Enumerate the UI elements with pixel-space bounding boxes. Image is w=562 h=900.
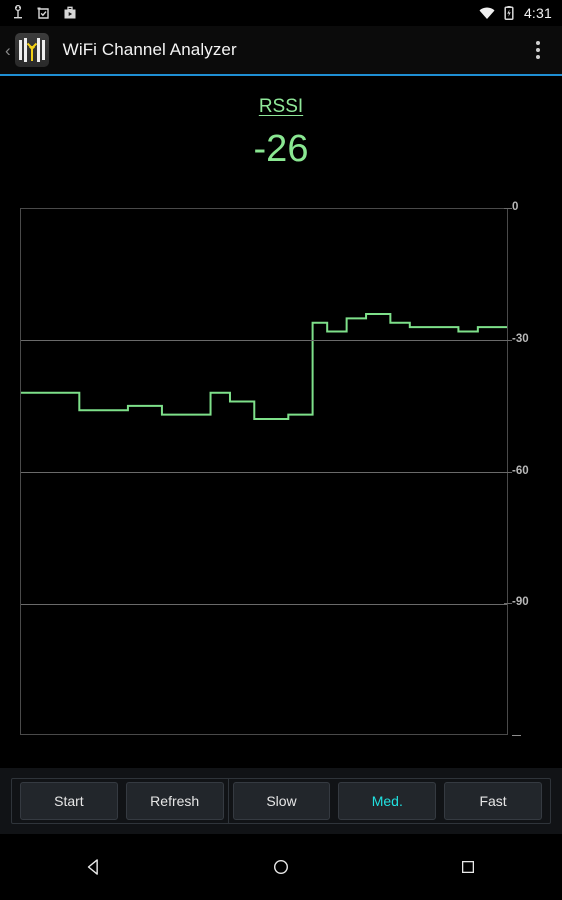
up-navigation-chevron-icon[interactable]: ‹ xyxy=(0,42,15,59)
action-bar: ‹ WiFi Channel Analyzer xyxy=(0,26,562,74)
rssi-chart: 0 -30 -60 -90 xyxy=(0,76,562,768)
menu-dot xyxy=(536,55,540,59)
refresh-button[interactable]: Refresh xyxy=(125,782,224,820)
status-bar-left-icons xyxy=(0,4,78,21)
speed-med-button[interactable]: Med. xyxy=(338,782,437,820)
more-vertical-icon[interactable] xyxy=(536,41,562,59)
chart-gridline xyxy=(21,340,507,341)
menu-dot xyxy=(536,41,540,45)
y-axis-tick-label: 0 xyxy=(512,201,519,213)
speed-fast-button[interactable]: Fast xyxy=(444,782,542,820)
home-icon[interactable] xyxy=(226,834,336,900)
usb-debug-icon xyxy=(10,4,26,21)
screenshot-icon xyxy=(36,5,52,21)
status-bar-clock: 4:31 xyxy=(523,5,552,21)
app-install-icon xyxy=(62,5,78,21)
start-button[interactable]: Start xyxy=(20,782,118,820)
y-axis-tick-label: -60 xyxy=(512,464,529,477)
rssi-trace-path xyxy=(21,314,507,419)
android-navigation-bar xyxy=(0,834,562,900)
menu-dot xyxy=(536,48,540,52)
chart-plot-area xyxy=(20,208,508,735)
y-axis-tick-label: -90 xyxy=(512,596,529,609)
y-axis-bottom-tick-mark xyxy=(512,735,521,736)
y-axis-tick-mark xyxy=(504,471,512,473)
back-icon[interactable] xyxy=(39,834,149,900)
y-axis-tick-mark xyxy=(504,339,512,341)
chart-gridline xyxy=(21,604,507,605)
phone-screen: 4:31 ‹ WiFi Channel Analyzer RSSI -26 0 … xyxy=(0,0,562,900)
y-axis-tick-mark xyxy=(504,208,512,209)
button-group-divider xyxy=(227,778,229,824)
control-button-bar: Start Refresh Slow Med. Fast xyxy=(0,768,562,834)
wifi-channel-analyzer-icon xyxy=(14,33,49,67)
chart-gridline xyxy=(21,472,507,473)
y-axis-tick-mark xyxy=(504,603,512,605)
recents-icon[interactable] xyxy=(413,834,523,900)
main-content: RSSI -26 0 -30 -60 -90 xyxy=(0,76,562,768)
page-title: WiFi Channel Analyzer xyxy=(62,40,237,59)
button-group-container: Start Refresh Slow Med. Fast xyxy=(11,778,551,824)
wifi-icon xyxy=(478,5,495,21)
battery-charging-icon xyxy=(501,5,517,21)
status-bar: 4:31 xyxy=(0,0,562,26)
speed-slow-button[interactable]: Slow xyxy=(232,782,331,820)
status-bar-right-icons: 4:31 xyxy=(478,5,562,21)
y-axis-tick-label: -30 xyxy=(512,332,529,345)
